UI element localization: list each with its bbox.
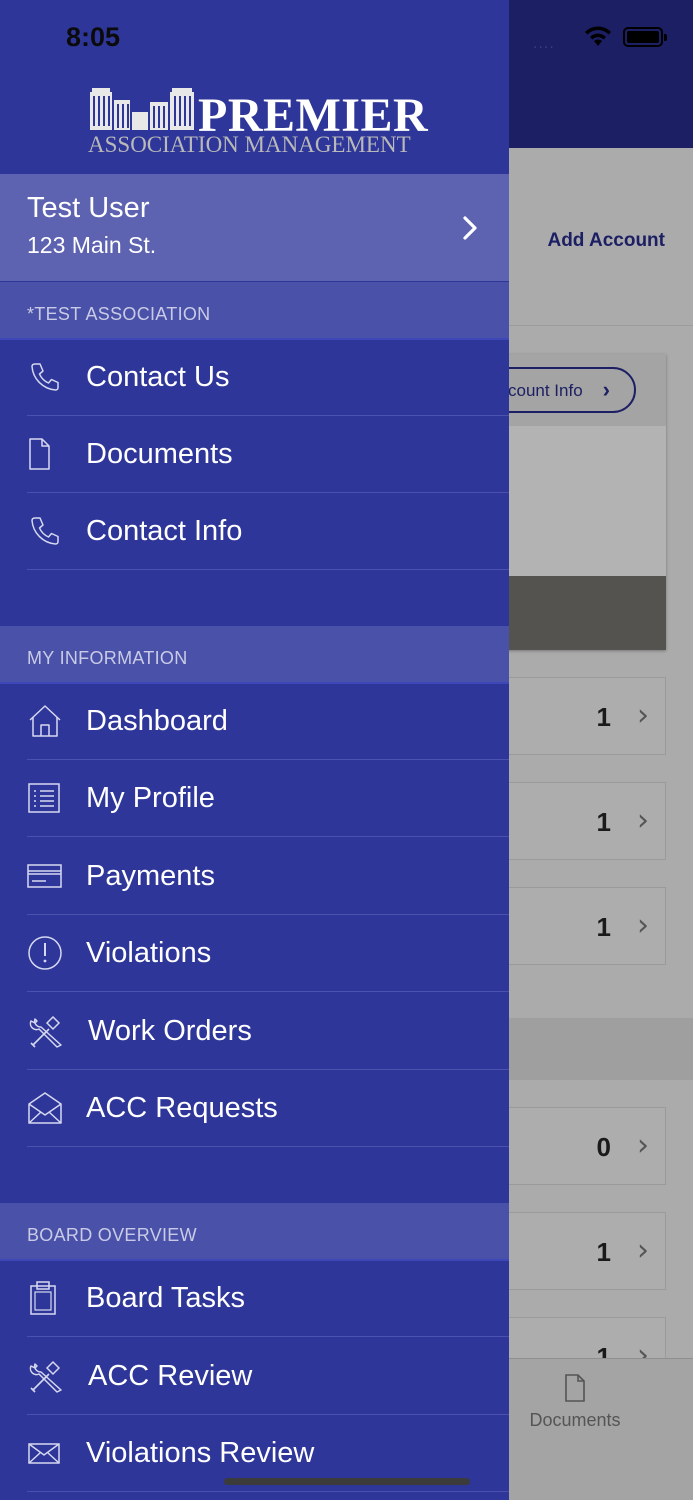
- menu-item-label: Documents: [86, 438, 233, 470]
- chevron-right-icon: ›: [637, 1128, 649, 1163]
- exclamation-circle-icon: [28, 936, 62, 970]
- list-item[interactable]: 1 ›: [490, 782, 666, 860]
- item-count: 0: [596, 1132, 611, 1162]
- tools-icon: [29, 1015, 62, 1048]
- menu-item-label: Dashboard: [86, 705, 228, 737]
- chevron-right-icon: ›: [637, 698, 649, 733]
- buildings-icon: [90, 88, 194, 130]
- menu-item-label: Payments: [86, 860, 215, 892]
- chevron-right-icon: ›: [637, 1233, 649, 1268]
- menu-item-contact-us[interactable]: Contact Us: [0, 339, 509, 416]
- user-name: Test User: [27, 192, 150, 224]
- item-count: 1: [596, 1237, 611, 1267]
- section-header-label: MY INFORMATION: [27, 648, 188, 668]
- tab-documents-label: Documents: [529, 1410, 621, 1430]
- phone-icon: [31, 517, 59, 545]
- tools-icon: [29, 1360, 62, 1393]
- document-icon: [565, 1374, 585, 1402]
- user-account-row[interactable]: [0, 174, 509, 281]
- menu-item-label: My Profile: [86, 782, 215, 814]
- section-header-association: *TEST ASSOCIATION: [0, 282, 509, 340]
- menu-item-label: Violations Review: [86, 1437, 315, 1469]
- credit-card-icon: [27, 864, 62, 888]
- item-count: 1: [596, 807, 611, 837]
- envelope-icon: [28, 1443, 60, 1464]
- menu-item-documents[interactable]: Documents: [0, 416, 509, 493]
- item-count: 1: [596, 702, 611, 732]
- menu-item-board-tasks[interactable]: Board Tasks: [0, 1260, 509, 1337]
- list-item[interactable]: 1 ›: [490, 887, 666, 965]
- home-icon: [29, 705, 61, 737]
- list-item[interactable]: 0 ›: [490, 1107, 666, 1185]
- menu-item-payments[interactable]: Payments: [0, 838, 509, 915]
- add-account-button[interactable]: Add Account: [547, 230, 665, 252]
- menu-item-label: ACC Review: [88, 1360, 253, 1392]
- account-info-label: count Info: [508, 381, 583, 400]
- tab-documents[interactable]: Documents: [520, 1374, 630, 1431]
- menu-item-acc-review[interactable]: ACC Review: [0, 1338, 509, 1415]
- item-count: 1: [596, 912, 611, 942]
- chevron-right-icon: ›: [602, 377, 610, 402]
- document-icon: [29, 438, 50, 470]
- menu-item-label: Board Tasks: [86, 1282, 246, 1314]
- chevron-right-icon: [463, 216, 477, 240]
- list-item[interactable]: 1 ›: [490, 1212, 666, 1290]
- section-header-label: BOARD OVERVIEW: [27, 1225, 197, 1245]
- list-item[interactable]: 1 ›: [490, 677, 666, 755]
- side-drawer: 8:05 PREMIER ASSOCIATION MANAGEMENT Test…: [0, 0, 509, 1500]
- status-time: 8:05: [66, 22, 121, 52]
- home-indicator[interactable]: [224, 1478, 470, 1485]
- brand-subtitle: ASSOCIATION MANAGEMENT: [88, 132, 411, 157]
- wifi-icon: [585, 26, 611, 46]
- status-icons: ····: [533, 24, 667, 56]
- menu-item-label: ACC Requests: [86, 1092, 278, 1124]
- user-address: 123 Main St.: [27, 232, 157, 258]
- chevron-right-icon: ›: [637, 803, 649, 838]
- menu-item-work-orders[interactable]: Work Orders: [0, 993, 509, 1070]
- menu-item-label: Contact Us: [86, 361, 230, 393]
- chevron-right-icon: ›: [637, 908, 649, 943]
- list-icon: [28, 783, 60, 813]
- menu-item-acc-requests[interactable]: ACC Requests: [0, 1070, 509, 1147]
- menu-item-violations[interactable]: Violations: [0, 915, 509, 992]
- cellular-signal-icon: ····: [533, 40, 555, 56]
- menu-item-label: Work Orders: [88, 1015, 252, 1047]
- menu-item-dashboard[interactable]: Dashboard: [0, 683, 509, 760]
- menu-item-label: Violations: [86, 937, 212, 969]
- brand-logo: PREMIER ASSOCIATION MANAGEMENT: [88, 82, 428, 162]
- menu-item-label: Contact Info: [86, 515, 243, 547]
- menu-item-my-profile[interactable]: My Profile: [0, 760, 509, 837]
- section-header-board-overview: BOARD OVERVIEW: [0, 1203, 509, 1261]
- section-header-my-information: MY INFORMATION: [0, 626, 509, 684]
- section-header-label: *TEST ASSOCIATION: [27, 304, 211, 324]
- open-envelope-icon: [28, 1092, 62, 1124]
- clipboard-icon: [30, 1281, 56, 1315]
- menu-item-contact-info[interactable]: Contact Info: [0, 493, 509, 570]
- phone-icon: [31, 363, 59, 391]
- battery-icon: [623, 27, 667, 47]
